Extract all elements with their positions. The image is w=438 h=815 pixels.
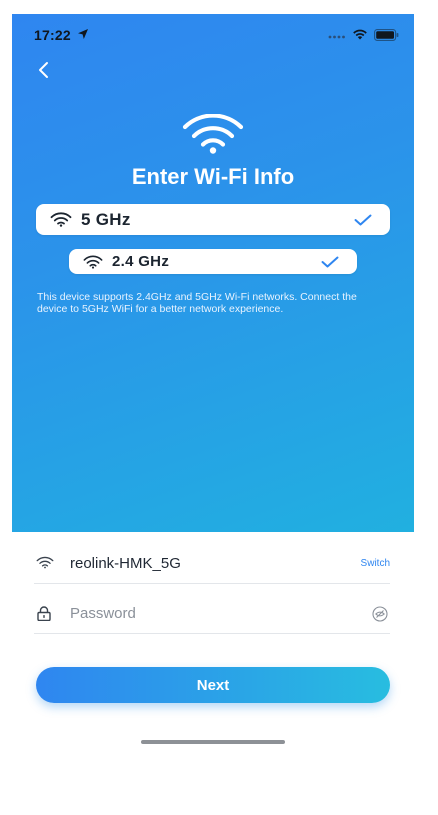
wifi-icon: [50, 212, 72, 227]
wifi-icon: [353, 29, 367, 40]
checkmark-icon: [321, 256, 339, 267]
wifi-setup-screen: 17:22 Enter Wi-Fi Info 5 GHz 2.4 GHz Thi…: [12, 14, 414, 788]
page-title: Enter Wi-Fi Info: [131, 164, 295, 189]
eye-hidden-icon[interactable]: [372, 606, 388, 622]
band-label-2-4ghz: 2.4 GHz: [112, 253, 170, 270]
wifi-icon: [83, 255, 103, 269]
band-label-5ghz: 5 GHz: [81, 209, 131, 229]
wifi-ssid-row: reolink-HMK_5G Switch: [34, 544, 390, 584]
home-indicator: [141, 740, 285, 744]
signal-dots-icon: [328, 35, 345, 39]
battery-icon: [374, 29, 399, 41]
band-option-5ghz[interactable]: 5 GHz: [36, 204, 390, 235]
status-bar: 17:22: [12, 14, 414, 58]
band-option-2-4ghz[interactable]: 2.4 GHz: [69, 249, 357, 274]
checkmark-icon: [354, 214, 372, 225]
password-input[interactable]: [70, 602, 340, 624]
band-info-note: This device supports 2.4GHz and 5GHz Wi-…: [37, 291, 357, 315]
lock-icon: [37, 606, 51, 621]
back-button[interactable]: [32, 58, 56, 82]
wifi-ssid-value: reolink-HMK_5G: [70, 555, 181, 572]
hero-panel: 17:22 Enter Wi-Fi Info 5 GHz 2.4 GHz Thi…: [12, 14, 414, 532]
switch-network-link[interactable]: Switch: [361, 558, 390, 569]
status-time: 17:22: [34, 27, 71, 43]
password-row: [34, 594, 390, 634]
wifi-icon: [36, 556, 54, 569]
hero-wifi-icon: [182, 114, 244, 154]
next-button[interactable]: Next: [36, 667, 390, 703]
location-arrow-icon: [78, 29, 88, 39]
chevron-left-icon: [39, 62, 48, 78]
